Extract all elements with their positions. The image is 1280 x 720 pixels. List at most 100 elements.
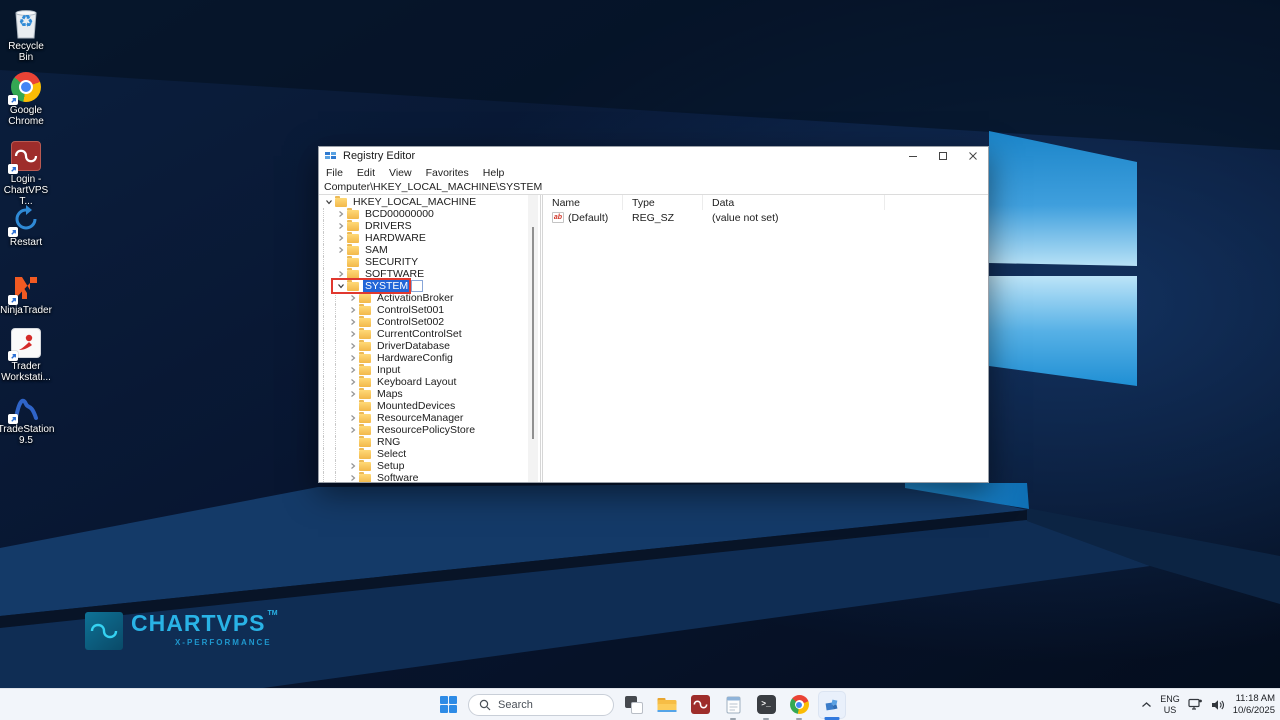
menu-help[interactable]: Help <box>476 167 512 179</box>
tree-item[interactable]: Software <box>319 471 540 482</box>
search-input[interactable]: Search <box>468 693 614 716</box>
chevron-right-icon[interactable] <box>347 472 358 482</box>
tree-indent-guide <box>335 472 347 482</box>
chrome-button[interactable] <box>786 692 812 720</box>
network-icon[interactable] <box>1188 698 1203 711</box>
notepad-button[interactable] <box>720 692 746 720</box>
tree-indent-guide <box>335 328 347 340</box>
chevron-right-icon[interactable] <box>347 352 358 364</box>
tree-item[interactable]: Maps <box>319 387 540 400</box>
folder-icon <box>347 255 359 267</box>
chevron-right-icon[interactable] <box>335 244 346 256</box>
terminal-button[interactable]: >_ <box>753 692 779 720</box>
tree-indent-guide <box>335 304 347 316</box>
tree-item[interactable]: Setup <box>319 459 540 472</box>
chevron-right-icon[interactable] <box>335 232 346 244</box>
chevron-right-icon[interactable] <box>347 304 358 316</box>
tree-item[interactable]: ActivationBroker <box>319 291 540 304</box>
tree-item[interactable]: BCD00000000 <box>319 207 540 220</box>
tradestation-icon <box>8 389 43 424</box>
tree-item[interactable]: SAM <box>319 243 540 256</box>
tree-item[interactable]: SOFTWARE <box>319 267 540 280</box>
chartvps-app-button[interactable] <box>687 692 713 718</box>
chrome-icon <box>789 695 809 714</box>
menu-favorites[interactable]: Favorites <box>419 167 476 179</box>
menu-edit[interactable]: Edit <box>350 167 382 179</box>
registry-editor-taskbar-button[interactable] <box>819 691 845 720</box>
chevron-right-icon[interactable] <box>335 208 346 220</box>
value-name: (Default) <box>568 211 609 224</box>
minimize-button[interactable] <box>898 147 928 165</box>
chevron-right-icon[interactable] <box>347 412 358 424</box>
rename-edit-box[interactable] <box>411 280 424 292</box>
chevron-right-icon[interactable] <box>347 388 358 400</box>
menu-file[interactable]: File <box>319 167 350 179</box>
folder-icon <box>347 243 359 255</box>
desktop-icon-trader-workstation[interactable]: Trader Workstati... <box>0 326 52 384</box>
desktop-icon-tradestation[interactable]: TradeStation 9.5 <box>0 389 54 447</box>
tree-indent-guide <box>335 364 347 376</box>
chevron-right-icon[interactable] <box>347 340 358 352</box>
chevron-right-icon[interactable] <box>335 220 346 232</box>
chevron-right-icon[interactable] <box>347 292 358 304</box>
chevron-right-icon[interactable] <box>347 316 358 328</box>
tree-item[interactable]: SECURITY <box>319 255 540 268</box>
clock[interactable]: 11:18 AM 10/6/2025 <box>1233 693 1275 716</box>
chevron-right-icon[interactable] <box>335 268 346 280</box>
chevron-right-icon[interactable] <box>347 364 358 376</box>
chevron-right-icon[interactable] <box>347 376 358 388</box>
file-explorer-button[interactable] <box>654 692 680 718</box>
desktop-icon-recycle-bin[interactable]: ♻ Recycle Bin <box>0 6 52 64</box>
tree-item[interactable]: Keyboard Layout <box>319 375 540 388</box>
tree-item[interactable]: ResourceManager <box>319 411 540 424</box>
tree-item[interactable]: ResourcePolicyStore <box>319 423 540 436</box>
restart-icon <box>8 202 43 237</box>
desktop-icon-label: Google Chrome <box>8 105 44 127</box>
tray-chevron-up-icon[interactable] <box>1141 701 1152 709</box>
tree-item[interactable]: HardwareConfig <box>319 351 540 364</box>
chevron-right-icon[interactable] <box>347 328 358 340</box>
desktop: ♻ Recycle Bin Google Chrome Login - ChartV… <box>0 0 1280 720</box>
volume-icon[interactable] <box>1211 699 1225 711</box>
chevron-down-icon[interactable] <box>323 196 334 208</box>
folder-icon <box>359 387 371 399</box>
tree-item[interactable]: Input <box>319 363 540 376</box>
maximize-button[interactable] <box>928 147 958 165</box>
chevron-right-icon[interactable] <box>347 424 358 436</box>
tree-item[interactable]: HKEY_LOCAL_MACHINE <box>319 195 540 208</box>
value-row[interactable]: ab (Default) REG_SZ (value not set) <box>543 210 988 225</box>
shortcut-arrow-icon <box>8 295 18 305</box>
task-view-button[interactable] <box>621 692 647 718</box>
tree-scrollbar-thumb[interactable] <box>532 227 534 439</box>
desktop-icon-restart[interactable]: Restart <box>0 202 52 249</box>
title-bar[interactable]: Registry Editor <box>319 147 988 165</box>
start-button[interactable] <box>435 692 461 718</box>
tree-item[interactable]: ControlSet002 <box>319 315 540 328</box>
tree-item[interactable]: SYSTEM <box>319 278 540 294</box>
menu-view[interactable]: View <box>382 167 419 179</box>
desktop-icon-ninjatrader[interactable]: NinjaTrader <box>0 270 52 317</box>
tree-item[interactable]: DriverDatabase <box>319 339 540 352</box>
close-button[interactable] <box>958 147 988 165</box>
desktop-icon-google-chrome[interactable]: Google Chrome <box>0 70 52 128</box>
tree-item[interactable]: Select <box>319 447 540 460</box>
address-bar[interactable]: Computer\HKEY_LOCAL_MACHINE\SYSTEM <box>319 180 988 195</box>
chevron-right-icon[interactable] <box>347 460 358 472</box>
tree-item-label: ResourceManager <box>377 412 464 424</box>
column-header-name[interactable]: Name <box>543 195 623 210</box>
tree-item[interactable]: RNG <box>319 435 540 448</box>
recycle-bin-icon: ♻ <box>9 6 43 40</box>
desktop-icon-login-chartvps[interactable]: Login - ChartVPS T... <box>0 139 52 207</box>
column-header-type[interactable]: Type <box>623 195 703 210</box>
chevron-down-icon[interactable] <box>335 280 346 292</box>
tree-item-label: RNG <box>377 436 401 448</box>
tree-item[interactable]: DRIVERS <box>319 219 540 232</box>
tree-item[interactable]: ControlSet001 <box>319 303 540 316</box>
desktop-icon-label: Trader Workstati... <box>1 361 51 383</box>
language-indicator[interactable]: ENG US <box>1160 694 1180 715</box>
tree-item[interactable]: HARDWARE <box>319 231 540 244</box>
column-header-data[interactable]: Data <box>703 195 885 210</box>
tree-item[interactable]: CurrentControlSet <box>319 327 540 340</box>
tree-item-label: HardwareConfig <box>377 352 453 364</box>
tree-item[interactable]: MountedDevices <box>319 399 540 412</box>
